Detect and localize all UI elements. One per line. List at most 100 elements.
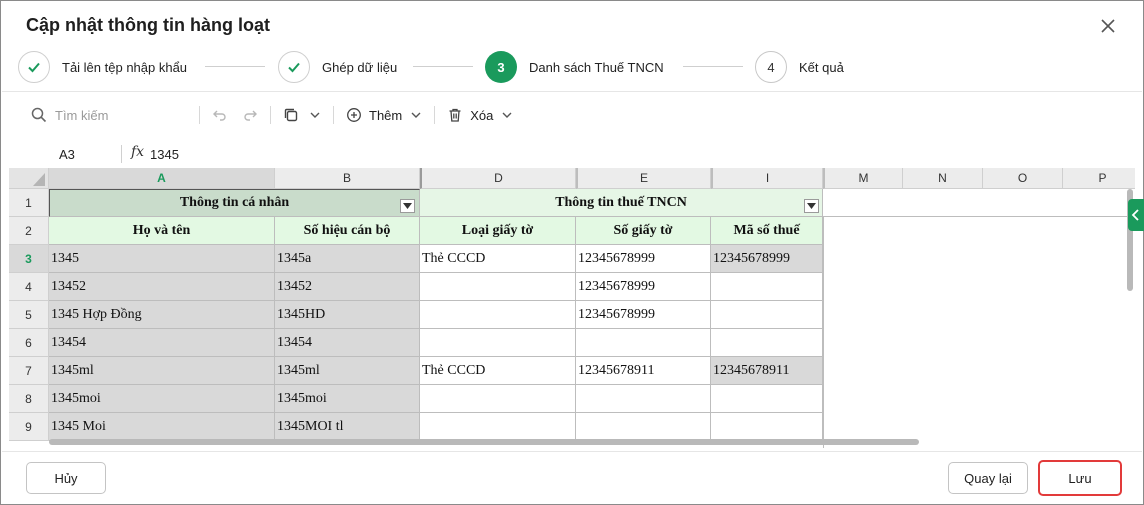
cell-tax-code[interactable] <box>711 301 823 329</box>
cell-document-type[interactable] <box>420 301 576 329</box>
row-header-5[interactable]: 5 <box>9 301 49 329</box>
cell-tax-code[interactable] <box>711 413 823 441</box>
side-panel-toggle[interactable] <box>1128 199 1144 231</box>
header-document-type[interactable]: Loại giấy tờ <box>420 217 576 245</box>
toolbar-separator <box>333 106 334 124</box>
column-header-n[interactable]: N <box>903 168 983 189</box>
cell-full-name[interactable]: 1345ml <box>49 357 275 385</box>
dialog-title: Cập nhật thông tin hàng loạt <box>26 15 270 35</box>
header-staff-id[interactable]: Số hiệu cán bộ <box>275 217 420 245</box>
group-header-tax-info[interactable]: Thông tin thuế TNCN <box>420 189 823 217</box>
filter-triangle-icon <box>403 203 412 209</box>
cell-staff-id[interactable]: 13454 <box>275 329 420 357</box>
cell-staff-id[interactable]: 1345MOI tl <box>275 413 420 441</box>
copy-icon <box>284 108 298 122</box>
formula-input[interactable]: 1345 <box>150 147 179 162</box>
close-icon[interactable] <box>1097 15 1119 37</box>
cell-document-number[interactable]: 12345678911 <box>576 357 711 385</box>
cell-document-number[interactable]: 12345678999 <box>576 245 711 273</box>
delete-button[interactable]: Xóa <box>443 107 517 123</box>
column-header-a[interactable]: A <box>49 168 275 189</box>
chevron-left-icon <box>1131 209 1139 221</box>
step-label: Kết quả <box>799 59 844 75</box>
column-header-i[interactable]: I <box>711 168 823 189</box>
cell-full-name[interactable]: 1345 Moi <box>49 413 275 441</box>
cell-reference[interactable]: A3 <box>59 147 75 162</box>
cell-tax-code[interactable] <box>711 273 823 301</box>
delete-label: Xóa <box>470 107 494 123</box>
column-header-m[interactable]: M <box>823 168 903 189</box>
step-upload: Tải lên tệp nhập khẩu <box>18 50 187 84</box>
chevron-down-icon <box>310 112 320 118</box>
step-number: 3 <box>485 51 517 83</box>
header-document-number[interactable]: Số giấy tờ <box>576 217 711 245</box>
empty-cell[interactable] <box>823 189 1135 217</box>
cell-tax-code[interactable] <box>711 329 823 357</box>
step-label: Tải lên tệp nhập khẩu <box>62 59 188 75</box>
horizontal-scrollbar[interactable] <box>49 439 919 445</box>
cell-full-name[interactable]: 1345 <box>49 245 275 273</box>
cell-document-type[interactable]: Thẻ CCCD <box>420 245 576 273</box>
cell-full-name[interactable]: 1345 Hợp Đồng <box>49 301 275 329</box>
cell-tax-code[interactable] <box>711 385 823 413</box>
search-input[interactable] <box>55 107 175 123</box>
cell-document-number[interactable]: 12345678999 <box>576 273 711 301</box>
row-header-7[interactable]: 7 <box>9 357 49 385</box>
column-header-o[interactable]: O <box>983 168 1063 189</box>
check-icon <box>18 51 50 83</box>
formula-separator <box>121 145 122 163</box>
cell-document-number[interactable]: 12345678999 <box>576 301 711 329</box>
row-header-6[interactable]: 6 <box>9 329 49 357</box>
row-header-3[interactable]: 3 <box>9 245 49 273</box>
divider <box>2 91 1142 92</box>
cell-document-type[interactable] <box>420 329 576 357</box>
cell-tax-code[interactable]: 12345678911 <box>711 357 823 385</box>
row-header-4[interactable]: 4 <box>9 273 49 301</box>
cell-document-type[interactable]: Thẻ CCCD <box>420 357 576 385</box>
column-header-d[interactable]: D <box>420 168 576 189</box>
row-header-9[interactable]: 9 <box>9 413 49 441</box>
filter-dropdown-button[interactable] <box>400 199 415 213</box>
cell-document-number[interactable] <box>576 413 711 441</box>
cell-staff-id[interactable]: 1345ml <box>275 357 420 385</box>
cell-staff-id[interactable]: 1345a <box>275 245 420 273</box>
cell-tax-code[interactable]: 12345678999 <box>711 245 823 273</box>
cell-full-name[interactable]: 13454 <box>49 329 275 357</box>
column-header-b[interactable]: B <box>275 168 420 189</box>
cell-document-number[interactable] <box>576 329 711 357</box>
cell-staff-id[interactable]: 1345moi <box>275 385 420 413</box>
search-icon <box>31 107 47 123</box>
search-box[interactable] <box>31 107 191 123</box>
back-button[interactable]: Quay lại <box>948 462 1028 494</box>
group-header-personal-info[interactable]: Thông tin cá nhân <box>49 189 420 217</box>
toolbar-separator <box>434 106 436 124</box>
cell-staff-id[interactable]: 1345HD <box>275 301 420 329</box>
cancel-button[interactable]: Hủy <box>26 462 106 494</box>
cell-full-name[interactable]: 1345moi <box>49 385 275 413</box>
cell-document-type[interactable] <box>420 413 576 441</box>
cell-full-name[interactable]: 13452 <box>49 273 275 301</box>
row-header-8[interactable]: 8 <box>9 385 49 413</box>
chevron-down-icon <box>502 112 512 118</box>
cell-staff-id[interactable]: 13452 <box>275 273 420 301</box>
redo-button[interactable] <box>238 107 262 123</box>
cell-document-type[interactable] <box>420 273 576 301</box>
cell-document-type[interactable] <box>420 385 576 413</box>
undo-button[interactable] <box>208 107 232 123</box>
row-header-2[interactable]: 2 <box>9 217 49 245</box>
header-tax-code[interactable]: Mã số thuế <box>711 217 823 245</box>
column-header-p[interactable]: P <box>1063 168 1135 189</box>
row-header-1[interactable]: 1 <box>9 189 49 217</box>
filter-triangle-icon <box>807 203 816 209</box>
select-all-corner[interactable] <box>9 168 49 189</box>
trash-icon <box>449 108 461 122</box>
formula-bar: A3 fx 1345 <box>9 142 1135 168</box>
column-header-e[interactable]: E <box>576 168 711 189</box>
filter-dropdown-button[interactable] <box>804 199 819 213</box>
cell-document-number[interactable] <box>576 385 711 413</box>
header-full-name[interactable]: Họ và tên <box>49 217 275 245</box>
save-button-highlight[interactable]: Lưu <box>1038 460 1122 496</box>
add-button[interactable]: Thêm <box>342 107 426 123</box>
copy-button[interactable] <box>279 107 325 123</box>
save-button[interactable]: Lưu <box>1068 471 1091 486</box>
